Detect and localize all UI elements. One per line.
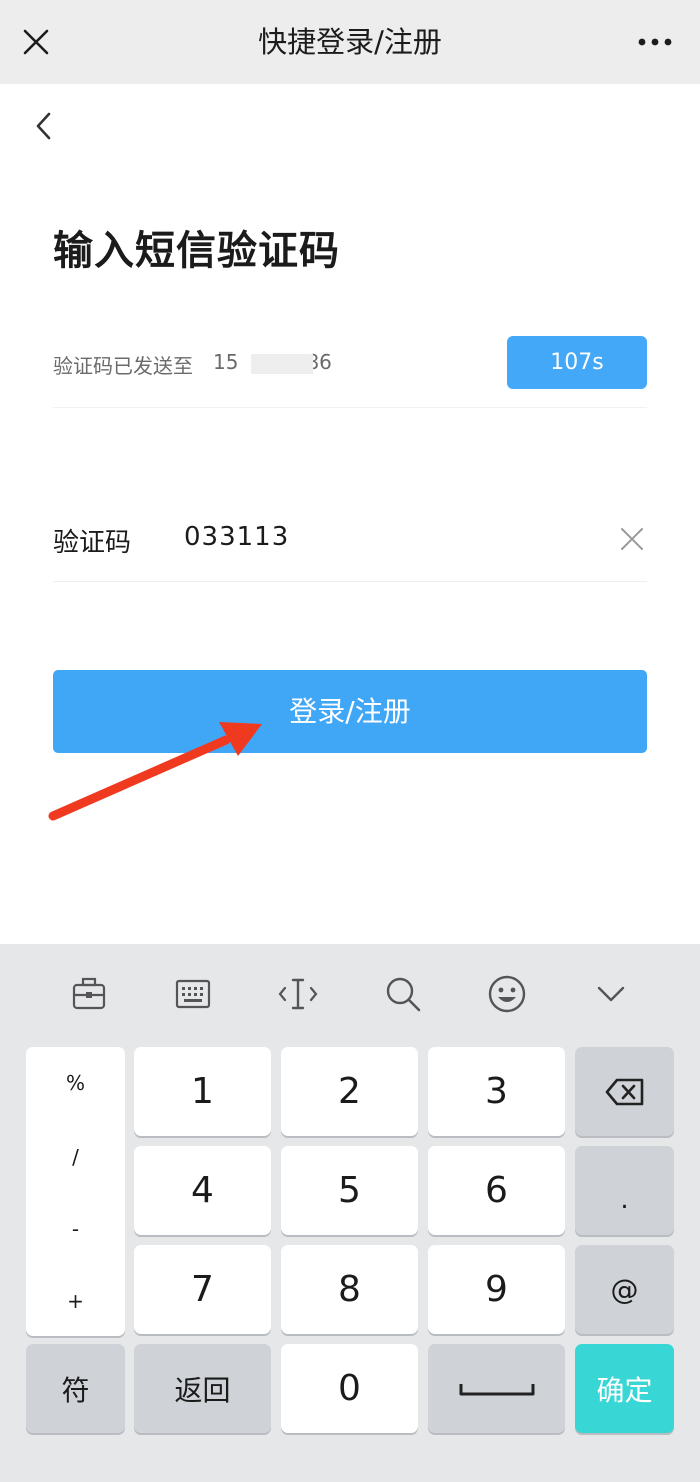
backspace-icon[interactable] — [575, 1047, 674, 1136]
numeric-keyboard: % / - + 1 2 3 4 5 6 . 7 8 9 @ 符 返回 0 确定 — [0, 944, 700, 1482]
phone-prefix: 15 — [213, 350, 239, 374]
sms-sent-label: 验证码已发送至 — [53, 354, 193, 378]
key-4[interactable]: 4 — [134, 1146, 271, 1235]
search-icon[interactable] — [383, 974, 423, 1014]
symbol-key-plus[interactable]: + — [26, 1289, 125, 1313]
code-input[interactable]: 033113 — [184, 522, 289, 552]
resend-countdown-button[interactable]: 107s — [507, 336, 647, 389]
more-dots-icon[interactable] — [630, 20, 680, 64]
key-6[interactable]: 6 — [428, 1146, 565, 1235]
key-3[interactable]: 3 — [428, 1047, 565, 1136]
key-0[interactable]: 0 — [281, 1344, 418, 1433]
phone-mask — [251, 354, 313, 374]
cursor-icon[interactable] — [278, 974, 318, 1014]
chevron-left-icon[interactable] — [24, 106, 64, 146]
key-1[interactable]: 1 — [134, 1047, 271, 1136]
login-register-button[interactable]: 登录/注册 — [53, 670, 647, 753]
toolbox-icon[interactable] — [69, 974, 109, 1014]
code-label: 验证码 — [53, 528, 132, 558]
keyboard-toolbar — [0, 944, 700, 1044]
top-bar: 快捷登录/注册 — [0, 0, 700, 84]
key-7[interactable]: 7 — [134, 1245, 271, 1334]
symbol-key-slash[interactable]: / — [26, 1145, 125, 1169]
key-dot[interactable]: . — [575, 1146, 674, 1235]
chevron-down-icon[interactable] — [591, 974, 631, 1014]
clear-x-icon[interactable] — [617, 524, 647, 554]
emoji-icon[interactable] — [487, 974, 527, 1014]
key-8[interactable]: 8 — [281, 1245, 418, 1334]
key-at[interactable]: @ — [575, 1245, 674, 1334]
key-9[interactable]: 9 — [428, 1245, 565, 1334]
symbol-key-percent[interactable]: % — [26, 1071, 125, 1095]
confirm-key[interactable]: 确定 — [575, 1344, 674, 1433]
page-title: 快捷登录/注册 — [258, 25, 442, 59]
keyboard-icon[interactable] — [173, 974, 213, 1014]
annotation-arrow — [48, 722, 262, 821]
page-heading: 输入短信验证码 — [53, 228, 340, 274]
sms-sent-row: 验证码已发送至 15 86 107s — [53, 336, 647, 408]
symbols-switch-key[interactable]: 符 — [26, 1344, 125, 1433]
back-key[interactable]: 返回 — [134, 1344, 271, 1433]
symbol-key-minus[interactable]: - — [26, 1217, 125, 1241]
key-2[interactable]: 2 — [281, 1047, 418, 1136]
key-5[interactable]: 5 — [281, 1146, 418, 1235]
symbols-column: % / - + — [26, 1047, 125, 1336]
space-bar-icon[interactable] — [428, 1344, 565, 1433]
code-input-row[interactable]: 验证码 033113 — [53, 508, 647, 582]
